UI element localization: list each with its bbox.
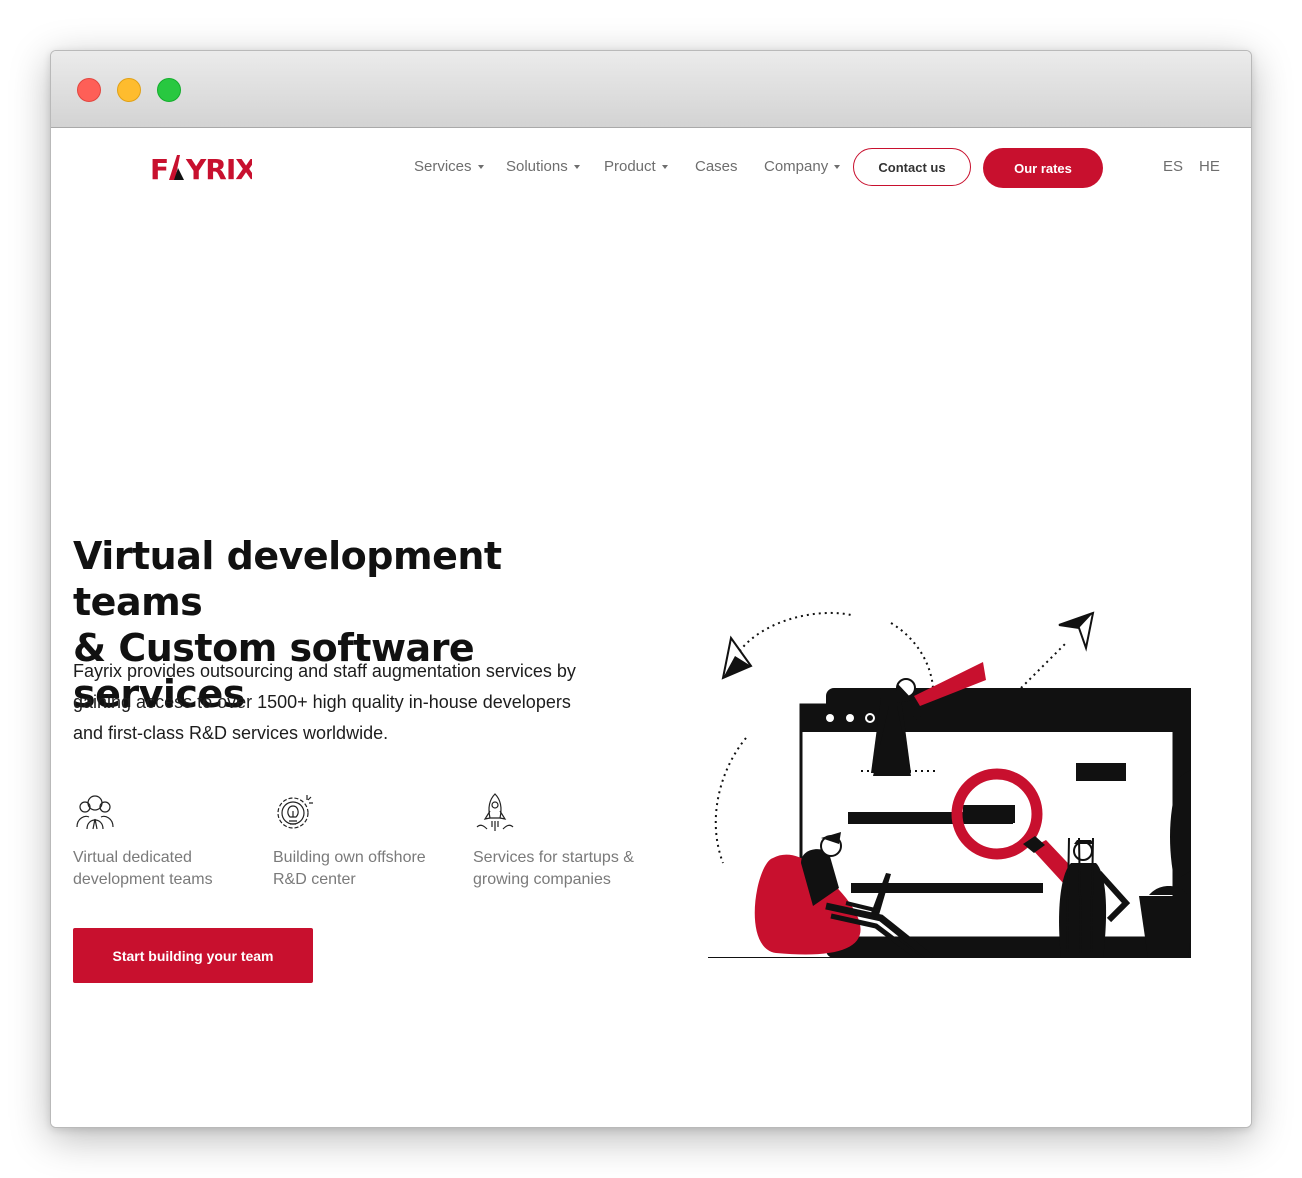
chevron-down-icon [477,165,484,169]
feature-label-line2: growing companies [473,871,611,888]
start-building-team-button[interactable]: Start building your team [73,928,313,983]
feature-dedicated-teams: Virtual dedicated development teams [73,791,253,888]
feature-label-line2: R&D center [273,871,356,888]
chevron-down-icon [661,165,668,169]
standing-woman-hair [1074,840,1094,844]
team-icon [76,795,114,830]
fayrix-logo[interactable]: F YRIX [150,152,252,186]
contact-us-button[interactable]: Contact us [853,148,971,186]
plant-pot [1139,896,1191,958]
browser-window: F YRIX Services Solutions Product Cases … [50,50,1252,1128]
lightbulb-gear-icon [277,795,313,829]
content-line-highlight [963,805,1015,823]
feature-label: Virtual dedicated development teams [73,847,253,891]
browser-dot [865,713,875,723]
chevron-down-icon [834,165,841,169]
hero-illustration [708,611,1191,958]
language-he[interactable]: HE [1199,158,1220,175]
standing-woman-head [1073,841,1093,861]
feature-label-line1: Services for startups & [473,849,634,866]
svg-text:YRIX: YRIX [185,153,252,186]
chevron-down-icon [573,165,580,169]
nav-company[interactable]: Company [764,158,841,175]
nav-product-label: Product [604,158,656,175]
web-page: F YRIX Services Solutions Product Cases … [51,128,1251,1127]
browser-mockup-bar [801,705,1174,732]
feature-label-line1: Virtual dedicated [73,849,192,866]
hero-title-line1: Virtual development teams [73,534,502,624]
nav-company-label: Company [764,158,829,175]
dotted-arc-middle [890,622,934,689]
feature-offshore-rd: Building own offshore R&D center [273,791,453,888]
dotted-arc-bottom-left [714,737,747,864]
hero-description: Fayrix provides outsourcing and staff au… [73,661,576,743]
svg-text:F: F [150,153,168,186]
nav-cases-label: Cases [695,158,738,175]
feature-label-line1: Building own offshore [273,849,426,866]
feature-label-line2: development teams [73,871,213,888]
content-block [1076,763,1126,781]
feature-label: Services for startups & growing companie… [473,847,653,891]
nav-product[interactable]: Product [604,158,668,175]
language-es[interactable]: ES [1163,158,1183,175]
nav-solutions-label: Solutions [506,158,568,175]
nav-services-label: Services [414,158,472,175]
browser-dot [846,714,854,722]
our-rates-button[interactable]: Our rates [983,148,1103,188]
nav-cases[interactable]: Cases [695,158,738,175]
feature-startups: Services for startups & growing companie… [473,791,653,888]
nav-services[interactable]: Services [414,158,484,175]
browser-dot [826,714,834,722]
maximize-window-button[interactable] [157,78,181,102]
feature-label: Building own offshore R&D center [273,847,453,891]
window-titlebar [51,51,1251,128]
dotted-arc-left [735,611,852,657]
nav-solutions[interactable]: Solutions [506,158,580,175]
dotted-line-right [1020,642,1067,689]
close-window-button[interactable] [77,78,101,102]
minimize-window-button[interactable] [117,78,141,102]
rocket-icon [476,793,514,831]
